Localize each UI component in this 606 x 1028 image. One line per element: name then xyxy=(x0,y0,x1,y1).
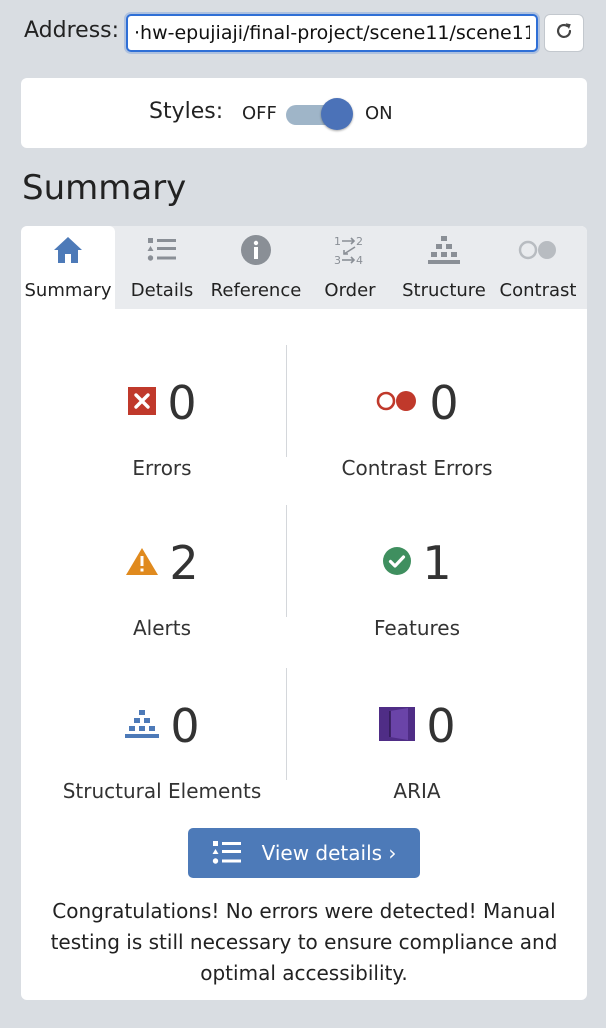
tab-details[interactable]: Details xyxy=(115,226,209,309)
summary-message: Congratulations! No errors were detected… xyxy=(50,899,558,985)
stat-features: 1 Features xyxy=(284,533,550,673)
tab-reference-label: Reference xyxy=(210,280,302,301)
svg-text:2: 2 xyxy=(356,235,363,248)
svg-text:3: 3 xyxy=(334,254,341,267)
features-label: Features xyxy=(374,616,460,640)
alerts-label: Alerts xyxy=(132,616,192,640)
aria-box-icon xyxy=(378,705,416,747)
view-details-button[interactable]: View details › xyxy=(188,828,420,878)
tab-reference[interactable]: Reference xyxy=(209,226,303,309)
toggle-knob xyxy=(321,98,353,130)
list-icon xyxy=(212,840,242,866)
tab-contrast[interactable]: Contrast xyxy=(491,226,585,309)
stat-structural-elements: 0 Structural Elements xyxy=(29,696,295,836)
tab-contrast-label: Contrast xyxy=(499,280,577,301)
reload-button[interactable] xyxy=(544,14,584,52)
page-title: Summary xyxy=(22,168,187,208)
features-count: 1 xyxy=(422,536,452,590)
home-icon xyxy=(52,235,84,269)
tab-bar: Summary Details Reference 1 2 3 4 Order … xyxy=(21,226,587,309)
tab-structure[interactable]: Structure xyxy=(397,226,491,309)
address-bar: Address: xyxy=(0,0,606,64)
contrast-error-icon xyxy=(375,389,419,417)
structural-label: Structural Elements xyxy=(62,779,262,803)
error-x-icon xyxy=(127,386,157,420)
tab-details-label: Details xyxy=(130,280,194,301)
errors-label: Errors xyxy=(132,456,192,480)
tab-order[interactable]: 1 2 3 4 Order xyxy=(303,226,397,309)
order-icon: 1 2 3 4 xyxy=(333,233,367,271)
contrast-errors-label: Contrast Errors xyxy=(341,456,493,480)
address-input[interactable] xyxy=(126,14,538,52)
checkmark-circle-icon xyxy=(382,546,412,580)
tab-order-label: Order xyxy=(324,280,376,301)
tab-summary[interactable]: Summary xyxy=(21,226,115,309)
contrast-icon xyxy=(517,239,559,265)
list-icon xyxy=(146,236,178,268)
tab-summary-label: Summary xyxy=(24,280,112,301)
styles-label: Styles: xyxy=(149,99,224,124)
info-icon xyxy=(240,234,272,270)
stat-alerts: 2 Alerts xyxy=(29,533,295,673)
styles-toggle[interactable] xyxy=(284,98,354,130)
structural-count: 0 xyxy=(170,699,200,753)
address-label: Address: xyxy=(24,18,120,43)
styles-off-label: OFF xyxy=(242,103,277,124)
aria-count: 0 xyxy=(426,699,456,753)
stat-aria: 0 ARIA xyxy=(284,696,550,836)
summary-panel: Summary Details Reference 1 2 3 4 Order … xyxy=(21,226,587,1000)
structure-icon xyxy=(427,234,461,270)
svg-text:4: 4 xyxy=(356,254,363,267)
alert-triangle-icon xyxy=(125,546,159,580)
styles-panel: Styles: OFF ON xyxy=(21,78,587,148)
view-details-label: View details › xyxy=(261,841,397,865)
errors-count: 0 xyxy=(167,376,197,430)
alerts-count: 2 xyxy=(169,536,199,590)
structure-tree-icon xyxy=(124,708,160,744)
stat-errors: 0 Errors xyxy=(29,373,295,513)
stat-contrast-errors: 0 Contrast Errors xyxy=(284,373,550,513)
aria-label: ARIA xyxy=(393,779,441,803)
tab-structure-label: Structure xyxy=(402,280,486,301)
svg-text:1: 1 xyxy=(334,235,341,248)
contrast-errors-count: 0 xyxy=(429,376,459,430)
reload-icon xyxy=(553,20,575,46)
styles-on-label: ON xyxy=(365,103,393,124)
